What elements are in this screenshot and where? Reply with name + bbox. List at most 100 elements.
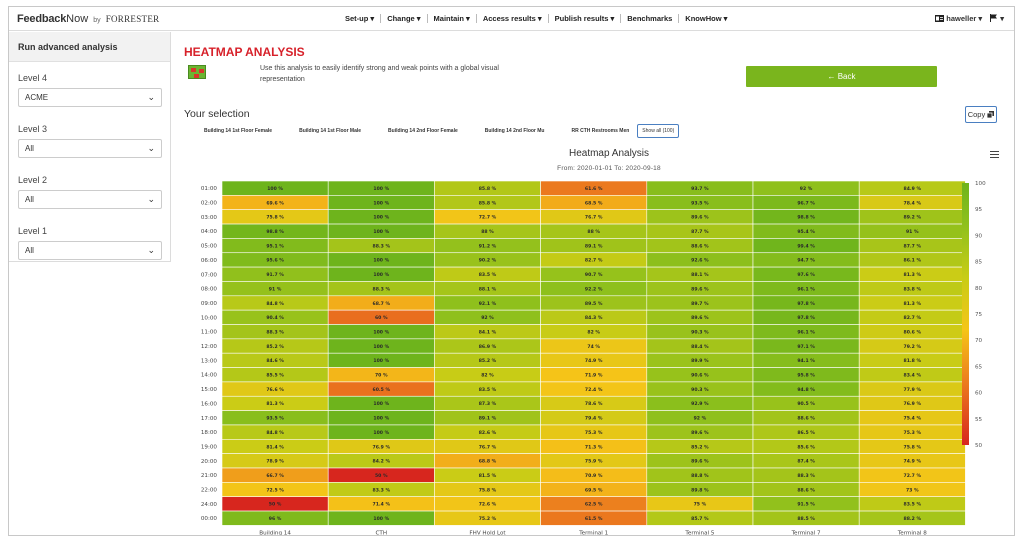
cell-value-label: 84.3 % [585, 315, 603, 321]
y-tick-label: 05:00 [201, 244, 218, 250]
cell-value-label: 95.6 % [266, 258, 284, 264]
cell-value-label: 75.8 % [904, 444, 922, 450]
language-chevron: ▾ [1000, 14, 1004, 23]
show-all-button[interactable]: Show all (100) [637, 124, 680, 138]
cell-value-label: 100 % [373, 215, 389, 221]
cell-value-label: 90.7 % [585, 272, 603, 278]
cell-value-label: 77.9 % [904, 387, 922, 393]
cell-value-label: 85.6 % [797, 444, 815, 450]
menu-item-publish-results[interactable]: Publish results ▾ [549, 14, 622, 23]
level-3-select[interactable]: All ⌄ [18, 139, 162, 158]
cell-value-label: 97.6 % [797, 272, 815, 278]
cell-value-label: 66.7 % [266, 473, 284, 479]
menu-item-benchmarks[interactable]: Benchmarks [621, 14, 680, 23]
language-menu[interactable]: ▾ [990, 14, 1004, 23]
cell-value-label: 75.4 % [904, 416, 922, 422]
menu-item-setup[interactable]: Set-up ▾ [339, 14, 382, 23]
cell-value-label: 85.7 % [691, 516, 709, 522]
cell-value-label: 71.4 % [373, 502, 391, 508]
level-1-value: All [25, 246, 34, 255]
cell-value-label: 50 % [269, 502, 282, 508]
legend-tick-label: 85 [975, 260, 983, 266]
cell-value-label: 88.6 % [797, 487, 815, 493]
cell-value-label: 83.5 % [904, 502, 922, 508]
legend-tick-label: 55 [975, 417, 983, 423]
cell-value-label: 76.7 % [479, 444, 497, 450]
level-1-select[interactable]: All ⌄ [18, 241, 162, 260]
legend-tick-label: 65 [975, 364, 983, 370]
cell-value-label: 75.2 % [479, 516, 497, 522]
cell-value-label: 100 % [373, 258, 389, 264]
cell-value-label: 99.4 % [797, 243, 815, 249]
level-4-select[interactable]: ACME ⌄ [18, 88, 162, 107]
cell-value-label: 91 % [906, 229, 919, 235]
level-1-label: Level 1 [18, 226, 48, 236]
cell-value-label: 95.8 % [797, 373, 815, 379]
y-tick-label: 04:00 [201, 229, 218, 235]
y-tick-label: 02:00 [201, 201, 218, 207]
cell-value-label: 84.1 % [479, 329, 497, 335]
main-menu: Set-up ▾ Change ▾ Maintain ▾ Access resu… [339, 14, 733, 23]
cell-value-label: 89.6 % [691, 315, 709, 321]
cell-value-label: 96 % [269, 516, 282, 522]
x-tick-label: Building 14 [259, 530, 291, 535]
logo-forrester: FORRESTER [105, 14, 160, 24]
user-menu[interactable]: haweller ▾ [935, 14, 982, 23]
cell-value-label: 95.1 % [266, 243, 284, 249]
cell-value-label: 100 % [373, 329, 389, 335]
level-2-select[interactable]: All ⌄ [18, 190, 162, 209]
logo-feedback: Feedback [17, 13, 67, 25]
cell-value-label: 81.3 % [904, 272, 922, 278]
copy-button[interactable]: Copy [965, 106, 997, 123]
cell-value-label: 78.6 % [585, 401, 603, 407]
cell-value-label: 91.5 % [797, 502, 815, 508]
y-tick-label: 16:00 [201, 401, 218, 407]
chevron-down-icon: ⌄ [147, 245, 155, 255]
cell-value-label: 72.5 % [266, 487, 284, 493]
cell-value-label: 100 % [373, 229, 389, 235]
cell-value-label: 88.6 % [797, 416, 815, 422]
cell-value-label: 89.9 % [691, 358, 709, 364]
y-tick-label: 07:00 [201, 272, 218, 278]
chart-menu-icon[interactable] [990, 151, 999, 158]
cell-value-label: 86.9 % [479, 344, 497, 350]
user-area: haweller ▾ ▾ [935, 14, 1004, 23]
cell-value-label: 85.5 % [266, 373, 284, 379]
cell-value-label: 89.2 % [904, 215, 922, 221]
menu-item-change[interactable]: Change ▾ [381, 14, 428, 23]
cell-value-label: 84.8 % [266, 430, 284, 436]
cell-value-label: 72.7 % [904, 473, 922, 479]
y-tick-label: 13:00 [201, 358, 218, 364]
cell-value-label: 89.8 % [691, 487, 709, 493]
x-tick-label: FHV Hold Lot [469, 530, 506, 535]
cell-value-label: 85.8 % [479, 200, 497, 206]
cell-value-label: 88.3 % [373, 286, 391, 292]
cell-value-label: 81.4 % [266, 444, 284, 450]
cell-value-label: 100 % [373, 358, 389, 364]
cell-value-label: 93.5 % [266, 416, 284, 422]
x-tick-label: Terminal 5 [684, 530, 714, 535]
cell-value-label: 97.8 % [797, 315, 815, 321]
menu-item-access-results[interactable]: Access results ▾ [477, 14, 549, 23]
feedbacknow-logo[interactable]: FeedbackNow by FORRESTER [17, 13, 159, 25]
selection-item: Building 14 1st Floor Female [204, 128, 273, 134]
cell-value-label: 87.3 % [479, 401, 497, 407]
cell-value-label: 79.4 % [585, 416, 603, 422]
y-tick-label: 11:00 [201, 330, 218, 336]
cell-value-label: 96.1 % [797, 286, 815, 292]
cell-value-label: 78.9 % [266, 459, 284, 465]
legend-tick-label: 75 [975, 312, 983, 318]
back-button[interactable]: ← Back [746, 66, 937, 87]
your-selection-heading: Your selection [184, 108, 250, 120]
y-tick-label: 06:00 [201, 258, 218, 264]
cell-value-label: 83.5 % [479, 272, 497, 278]
x-tick-label: Terminal 8 [897, 530, 927, 535]
cell-value-label: 88.3 % [266, 329, 284, 335]
menu-item-maintain[interactable]: Maintain ▾ [428, 14, 477, 23]
cell-value-label: 82 % [587, 329, 600, 335]
sidebar: Run advanced analysis Level 4 ACME ⌄ Leve… [9, 32, 171, 262]
cell-value-label: 100 % [373, 416, 389, 422]
cell-value-label: 88.8 % [691, 473, 709, 479]
menu-item-knowhow[interactable]: KnowHow ▾ [679, 14, 733, 23]
selection-item: RR CTH Restrooms Men [571, 128, 630, 134]
